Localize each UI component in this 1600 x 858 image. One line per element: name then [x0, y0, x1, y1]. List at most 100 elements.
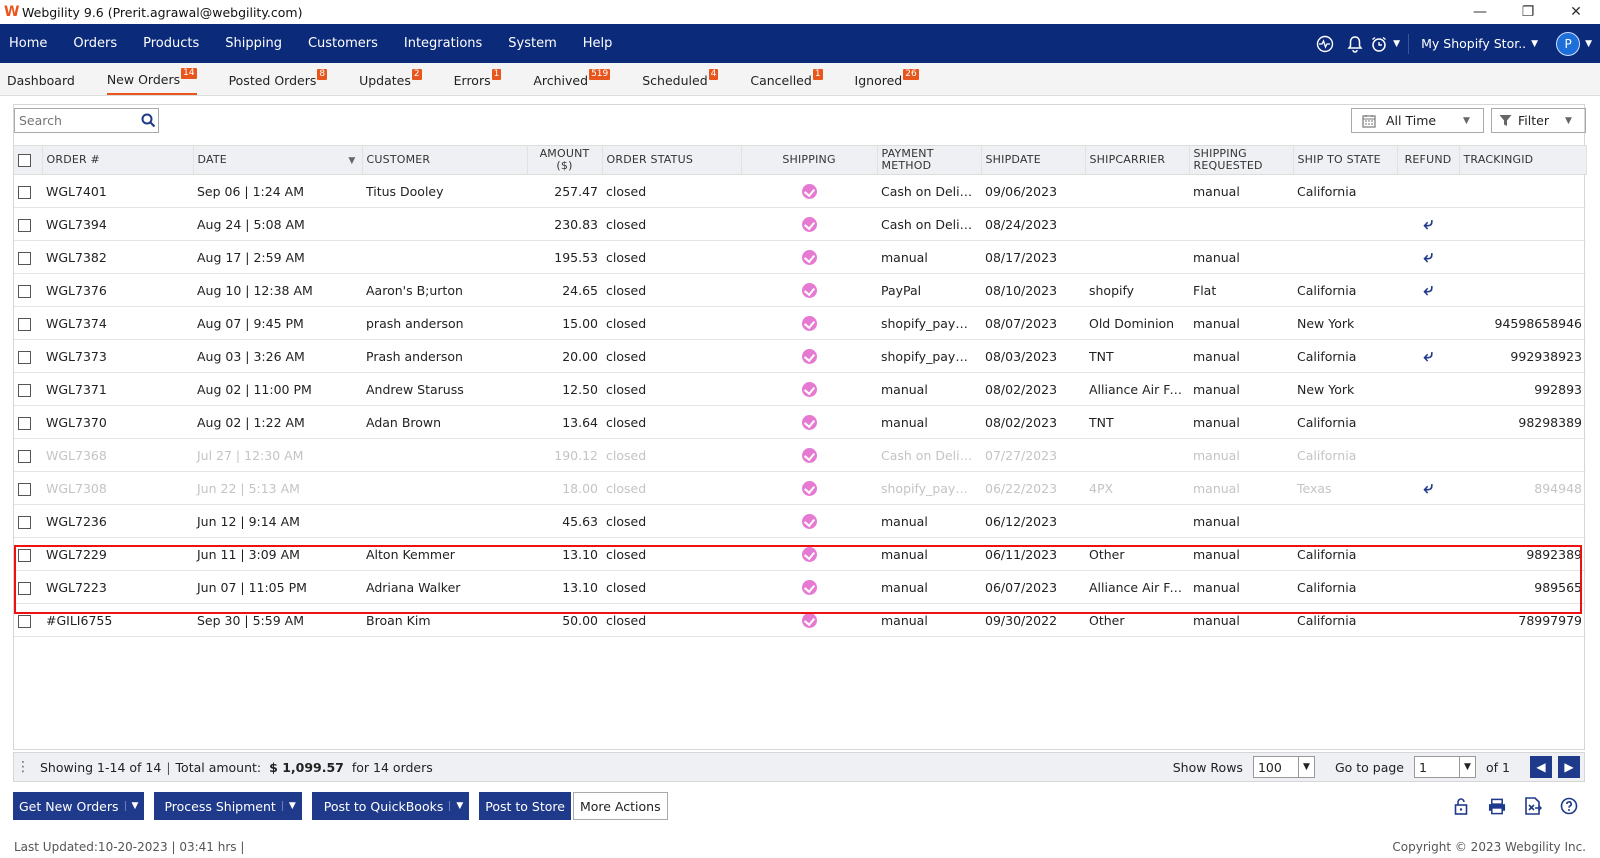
table-row[interactable]: WGL7371 Aug 02 | 11:00 PM Andrew Staruss 12…	[14, 372, 1586, 406]
nav-home[interactable]: Home	[0, 36, 60, 51]
post-to-store-button[interactable]: Post to Store	[479, 792, 571, 820]
table-row[interactable]: WGL7236 Jun 12 | 9:14 AM 45.63 closed manual…	[14, 504, 1586, 538]
select-all-checkbox[interactable]	[18, 153, 31, 167]
row-checkbox[interactable]	[18, 515, 31, 529]
refund-arrow-icon[interactable]: ⤶	[1423, 247, 1433, 267]
show-rows-select[interactable]: 100 ▼	[1252, 756, 1315, 778]
help-icon[interactable]	[1560, 797, 1578, 815]
table-row[interactable]: WGL7382 Aug 17 | 2:59 AM 195.53 closed manua…	[14, 240, 1586, 274]
table-row[interactable]: WGL7229 Jun 11 | 3:09 AM Alton Kemmer 13.10…	[14, 537, 1586, 571]
print-icon[interactable]	[1488, 797, 1506, 815]
nav-integrations[interactable]: Integrations	[391, 36, 495, 51]
refund-arrow-icon[interactable]: ⤶	[1423, 346, 1433, 366]
refund-arrow-icon[interactable]: ⤶	[1423, 478, 1433, 498]
bell-icon[interactable]	[1340, 24, 1370, 63]
row-checkbox[interactable]	[18, 185, 31, 199]
table-row[interactable]: WGL7370 Aug 02 | 1:22 AM Adan Brown 13.64 cl…	[14, 405, 1586, 439]
row-checkbox[interactable]	[18, 581, 31, 595]
col-customer[interactable]: CUSTOMER	[362, 145, 528, 175]
col-payment-method[interactable]: PAYMENT METHOD	[877, 145, 982, 175]
col-amount[interactable]: AMOUNT ($)	[527, 145, 603, 175]
tab-posted-orders[interactable]: Posted Orders 8	[229, 65, 328, 95]
chevron-down-icon[interactable]: ▼	[124, 801, 138, 811]
table-row[interactable]: WGL7401 Sep 06 | 1:24 AM Titus Dooley 257.4…	[14, 174, 1586, 208]
shipping-status-cell	[741, 174, 877, 208]
search-icon[interactable]	[138, 113, 158, 128]
order-date: Aug 03 | 3:26 AM	[193, 339, 362, 373]
tab-scheduled[interactable]: Scheduled 4	[642, 65, 719, 95]
table-row[interactable]: WGL7376 Aug 10 | 12:38 AM Aaron's B;urton 2…	[14, 273, 1586, 307]
table-row[interactable]: #GILI6755 Sep 30 | 5:59 AM Broan Kim 50.00 c…	[14, 603, 1586, 637]
alarm-clock-icon[interactable]: ▼	[1370, 24, 1400, 63]
tab-archived[interactable]: Archived 519	[533, 65, 611, 95]
row-checkbox[interactable]	[18, 383, 31, 397]
payment-method: manual	[877, 240, 981, 274]
activity-icon[interactable]	[1310, 24, 1340, 63]
unlock-icon[interactable]	[1452, 797, 1470, 815]
goto-page-select[interactable]: 1 ▼	[1414, 756, 1477, 778]
col-order-status[interactable]: ORDER STATUS	[602, 145, 742, 175]
row-checkbox[interactable]	[18, 218, 31, 232]
table-row[interactable]: WGL7374 Aug 07 | 9:45 PM prash anderson 15.…	[14, 306, 1586, 340]
col-ship-to-state[interactable]: SHIP TO STATE	[1293, 145, 1398, 175]
table-row[interactable]: WGL7373 Aug 03 | 3:26 AM Prash anderson 20.…	[14, 339, 1586, 373]
nav-help[interactable]: Help	[570, 36, 626, 51]
col-tracking-id[interactable]: TRACKINGID	[1459, 145, 1587, 175]
table-row[interactable]: WGL7308 Jun 22 | 5:13 AM 18.00 closed shopif…	[14, 471, 1586, 505]
row-checkbox[interactable]	[18, 548, 31, 562]
get-new-orders-button[interactable]: Get New Orders ▼	[13, 792, 145, 820]
chevron-down-icon[interactable]: ▼	[281, 801, 296, 811]
refund-arrow-icon[interactable]: ⤶	[1423, 280, 1433, 300]
nav-products[interactable]: Products	[130, 36, 212, 51]
refund-arrow-icon[interactable]: ⤶	[1423, 214, 1433, 234]
table-row[interactable]: WGL7394 Aug 24 | 5:08 AM 230.83 closed Cash …	[14, 207, 1586, 241]
col-shipdate[interactable]: SHIPDATE	[981, 145, 1086, 175]
tab-ignored[interactable]: Ignored 26	[855, 65, 919, 95]
row-checkbox[interactable]	[18, 449, 31, 463]
nav-shipping[interactable]: Shipping	[212, 36, 295, 51]
prev-page-button[interactable]: ◀	[1530, 756, 1552, 778]
close-button[interactable]: ✕	[1552, 0, 1600, 24]
avatar[interactable]: P	[1556, 31, 1581, 56]
row-checkbox[interactable]	[18, 284, 31, 298]
chevron-down-icon[interactable]: ▼	[1585, 39, 1592, 49]
tab-label: New Orders	[106, 71, 181, 87]
row-checkbox[interactable]	[18, 350, 31, 364]
row-checkbox[interactable]	[18, 416, 31, 430]
export-excel-icon[interactable]	[1524, 797, 1542, 815]
tab-cancelled[interactable]: Cancelled 1	[750, 65, 823, 95]
row-checkbox[interactable]	[18, 251, 31, 265]
filter-button[interactable]: Filter ▼	[1491, 108, 1586, 133]
drag-handle-icon[interactable]: ⋮	[14, 759, 32, 775]
tab-dashboard[interactable]: Dashboard	[7, 65, 75, 95]
col-date[interactable]: DATE ▼	[193, 145, 363, 175]
search-input[interactable]	[19, 113, 138, 128]
order-date: Aug 17 | 2:59 AM	[193, 240, 362, 274]
tab-errors[interactable]: Errors 1	[454, 65, 502, 95]
row-checkbox[interactable]	[18, 317, 31, 331]
nav-orders[interactable]: Orders	[60, 36, 130, 51]
col-refund[interactable]: REFUND	[1397, 145, 1460, 175]
next-page-button[interactable]: ▶	[1558, 756, 1580, 778]
col-shipping-requested[interactable]: SHIPPING REQUESTED	[1189, 145, 1294, 175]
chevron-down-icon: ▼	[1531, 38, 1539, 49]
chevron-down-icon[interactable]: ▼	[449, 801, 463, 811]
nav-system[interactable]: System	[495, 36, 569, 51]
post-to-quickbooks-button[interactable]: Post to QuickBooks ▼	[311, 792, 470, 820]
minimize-button[interactable]: —	[1456, 0, 1504, 24]
time-range-select[interactable]: All Time ▼	[1351, 108, 1484, 133]
col-order-number[interactable]: ORDER #	[42, 145, 194, 175]
nav-customers[interactable]: Customers	[295, 36, 391, 51]
store-selector[interactable]: My Shopify Stor.. ▼	[1408, 33, 1550, 54]
table-row[interactable]: WGL7223 Jun 07 | 11:05 PM Adriana Walker 13…	[14, 570, 1586, 604]
tab-updates[interactable]: Updates 2	[359, 65, 422, 95]
row-checkbox[interactable]	[18, 614, 31, 628]
col-shipcarrier[interactable]: SHIPCARRIER	[1085, 145, 1190, 175]
table-row[interactable]: WGL7368 Jul 27 | 12:30 AM 190.12 closed Cash…	[14, 438, 1586, 472]
tab-new-orders[interactable]: New Orders 14	[106, 65, 197, 95]
col-shipping[interactable]: SHIPPING	[741, 145, 878, 175]
more-actions-button[interactable]: More Actions	[572, 792, 668, 820]
process-shipment-button[interactable]: Process Shipment ▼	[154, 792, 302, 820]
row-checkbox[interactable]	[18, 482, 31, 496]
restore-button[interactable]: ❐	[1504, 0, 1552, 24]
